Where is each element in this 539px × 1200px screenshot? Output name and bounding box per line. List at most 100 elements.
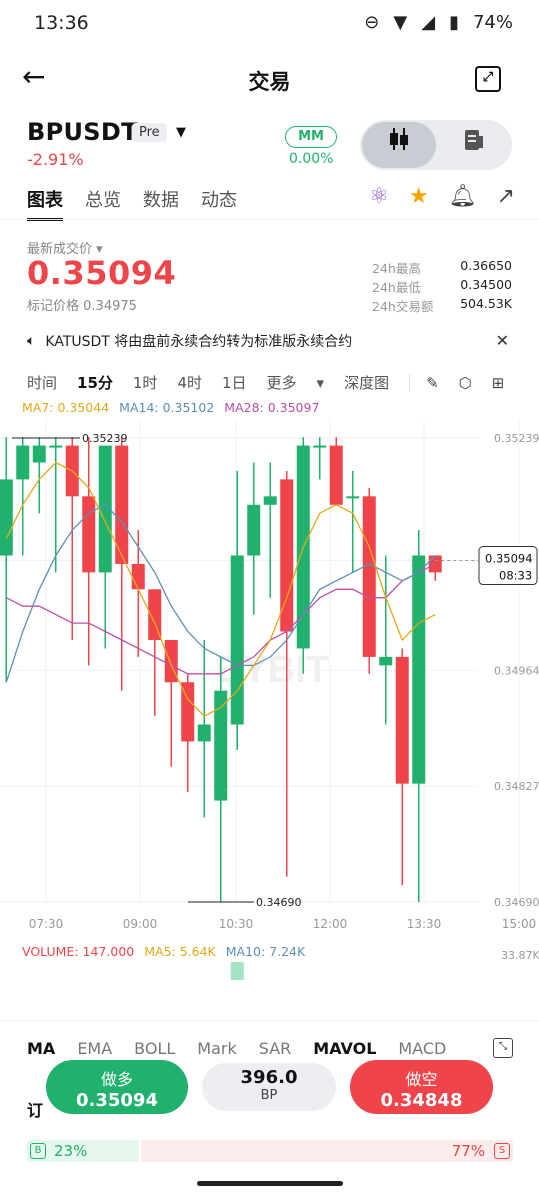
candle-body xyxy=(0,479,13,556)
stat-high: 24h最高 0.36650 xyxy=(372,258,512,276)
spread-unit: BP xyxy=(260,1088,278,1103)
dnd-icon: ⊖ xyxy=(364,12,380,33)
long-price: 0.35094 xyxy=(76,1090,158,1111)
interval-time[interactable]: 时间 xyxy=(27,372,57,393)
time-axis-label: 12:00 xyxy=(313,917,348,931)
volume-bar xyxy=(230,961,244,980)
candle-body xyxy=(49,445,63,448)
volume-axis-label: 16.94K xyxy=(501,980,539,981)
stat-turnover: 24h交易额 504.53K xyxy=(372,296,512,314)
tab-actions: ⚛ ★ 🔔︎ ↗ xyxy=(369,184,515,209)
last-price: 0.35094 xyxy=(27,254,177,292)
countdown-label: 08:33 xyxy=(499,569,532,583)
notice-banner[interactable]: 🔈︎ KATUSDT 将由盘前永续合约转为标准版永续合约 xyxy=(27,331,352,351)
order-tab[interactable]: 订 xyxy=(27,1097,43,1121)
mm-badge[interactable]: MM xyxy=(285,126,337,148)
volume-legend: VOLUME: 147.000 MA5: 5.64K MA10: 7.24K xyxy=(22,944,305,959)
candle-body xyxy=(32,445,46,463)
candle-body xyxy=(16,445,30,480)
interval-15m[interactable]: 15分 xyxy=(77,372,113,393)
share-icon[interactable]: ↗ xyxy=(497,184,515,209)
interval-1h[interactable]: 1时 xyxy=(133,372,158,393)
candle-body xyxy=(362,496,376,657)
candle-body xyxy=(197,724,211,742)
page-title: 交易 xyxy=(248,70,291,94)
indicator-mark[interactable]: Mark xyxy=(197,1039,236,1058)
notice-text: KATUSDT 将由盘前永续合约转为标准版永续合约 xyxy=(45,334,353,350)
buy-badge: B xyxy=(30,1143,46,1159)
status-bar: 13:36 ⊖ ▼ ◢ ▮ 74% xyxy=(0,0,539,50)
settings-hex-icon[interactable]: ⬡ xyxy=(459,374,472,392)
volume-ma10-legend: MA10: 7.24K xyxy=(225,944,306,959)
candle-view-icon[interactable] xyxy=(362,122,436,168)
indicator-boll[interactable]: BOLL xyxy=(134,1039,175,1058)
indicator-ma[interactable]: MA xyxy=(27,1039,55,1058)
tabs-divider xyxy=(0,219,539,220)
battery-level: 74% xyxy=(472,12,513,33)
depth-chart-tab[interactable]: 深度图 xyxy=(344,372,389,393)
price-stats: 24h最高 0.36650 24h最低 0.34500 24h交易额 504.53K xyxy=(372,258,512,315)
draw-pen-icon[interactable]: ✎ xyxy=(426,374,439,392)
sell-badge: S xyxy=(494,1143,510,1159)
short-price: 0.34848 xyxy=(380,1090,463,1111)
tab-data[interactable]: 数据 xyxy=(143,186,179,221)
indicator-sar[interactable]: SAR xyxy=(259,1039,292,1058)
volume-legend-value: VOLUME: 147.000 xyxy=(22,944,135,959)
interval-1d[interactable]: 1日 xyxy=(222,372,247,393)
ma-legend: MA7: 0.35044 MA14: 0.35102 MA28: 0.35097 xyxy=(22,400,319,415)
symbol-name[interactable]: BPUSDT xyxy=(27,118,138,146)
current-price-label: 0.35094 xyxy=(485,552,533,566)
short-button[interactable]: 做空 0.34848 xyxy=(350,1060,493,1114)
long-label: 做多 xyxy=(100,1070,133,1089)
candle-body xyxy=(82,496,96,573)
price-chart[interactable]: BYBIT0.352390.346900.352390.349640.34827… xyxy=(0,420,539,980)
spread-value: 396.0 xyxy=(240,1067,298,1088)
candle-body xyxy=(263,496,277,505)
interval-more[interactable]: 更多 ▾ xyxy=(267,372,325,393)
volume-ma5-legend: MA5: 5.64K xyxy=(144,944,216,959)
interval-4h[interactable]: 4时 xyxy=(177,372,202,393)
spread-pill[interactable]: 396.0 BP xyxy=(202,1063,336,1111)
low-marker-label: 0.34690 xyxy=(256,896,302,909)
indicator-tabs: MA EMA BOLL Mark SAR MAVOL MACD xyxy=(27,1039,468,1058)
close-icon[interactable]: ✕ xyxy=(496,331,509,350)
candle-body xyxy=(329,445,343,505)
indicator-macd[interactable]: MACD xyxy=(398,1039,446,1058)
indicator-ema[interactable]: EMA xyxy=(77,1039,112,1058)
mm-value: 0.00% xyxy=(289,151,334,167)
signal-icon: ◢ xyxy=(421,12,436,33)
price-axis-label: 0.35239 xyxy=(494,432,539,445)
fullscreen-icon[interactable]: ⤢ xyxy=(475,66,501,92)
candle-body xyxy=(395,656,409,784)
interval-bar: 时间 15分 1时 4时 1日 更多 ▾ 深度图 ✎ ⬡ ⊞ xyxy=(27,372,524,393)
buy-percent: 23% xyxy=(54,1142,88,1160)
ma7-legend: MA7: 0.35044 xyxy=(22,400,110,415)
home-indicator[interactable] xyxy=(197,1181,343,1186)
tab-activity[interactable]: 动态 xyxy=(201,186,237,221)
indicator-expand-icon[interactable]: ⤡ xyxy=(493,1038,513,1058)
symbol-dropdown-icon[interactable]: ▼ xyxy=(176,125,186,140)
candle-body xyxy=(412,555,426,784)
layout-grid-icon[interactable]: ⊞ xyxy=(492,374,505,392)
chart-divider xyxy=(0,1020,539,1021)
candle-body xyxy=(346,496,360,499)
candle-body xyxy=(230,555,244,725)
sell-percent: 77% xyxy=(451,1142,485,1160)
favorite-star-icon[interactable]: ★ xyxy=(409,184,429,209)
tab-chart[interactable]: 图表 xyxy=(27,186,63,221)
orderbook-view-icon[interactable] xyxy=(438,122,510,168)
short-label: 做空 xyxy=(405,1070,438,1089)
status-icons: ⊖ ▼ ◢ ▮ 74% xyxy=(364,12,513,33)
time-axis-label: 10:30 xyxy=(219,917,254,931)
alert-bell-icon[interactable]: 🔔︎ xyxy=(449,184,477,209)
ma28-legend: MA28: 0.35097 xyxy=(224,400,320,415)
high-marker-label: 0.35239 xyxy=(82,432,128,445)
pre-badge: Pre xyxy=(132,123,167,142)
time-axis-label: 09:00 xyxy=(123,917,158,931)
atom-icon[interactable]: ⚛ xyxy=(369,184,389,209)
long-button[interactable]: 做多 0.35094 xyxy=(46,1060,188,1114)
mark-price: 标记价格 0.34975 xyxy=(27,299,137,314)
battery-icon: ▮ xyxy=(449,12,459,33)
indicator-mavol[interactable]: MAVOL xyxy=(313,1039,376,1058)
tab-overview[interactable]: 总览 xyxy=(85,186,121,221)
